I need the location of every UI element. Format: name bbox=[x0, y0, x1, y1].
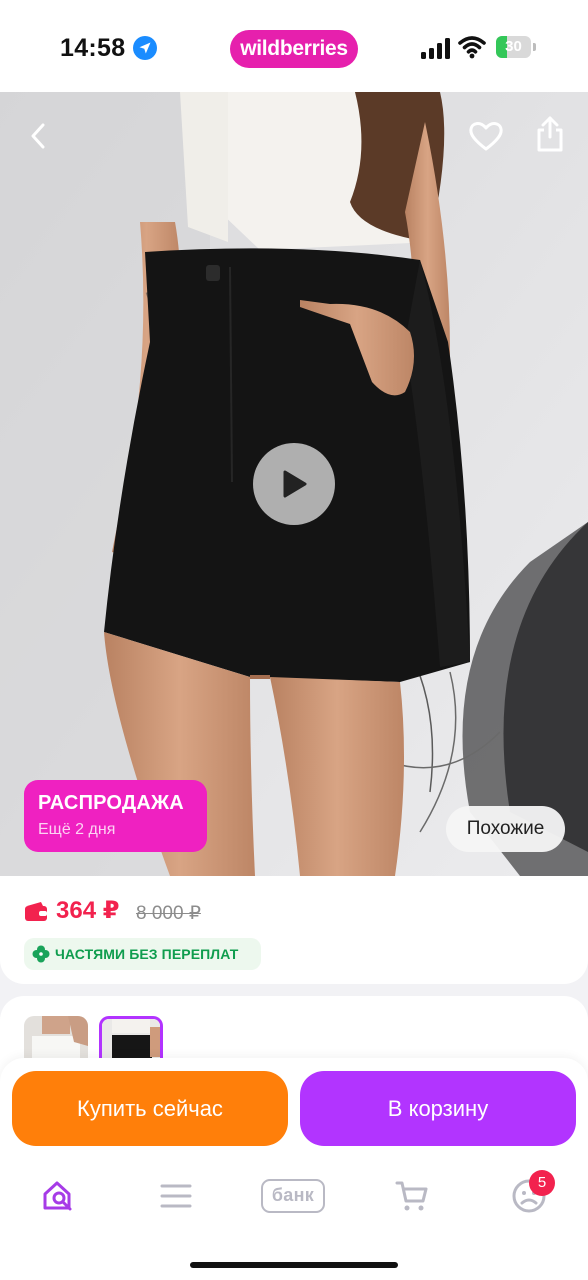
back-arrow-icon bbox=[31, 123, 45, 149]
battery-body: 30 bbox=[496, 36, 531, 58]
product-screen: 14:58 wildberries 30 РАСПРОДАЖА Ещё 2 дн… bbox=[0, 0, 588, 1280]
buy-now-button[interactable]: Купить сейчас bbox=[12, 1071, 288, 1146]
cart-icon bbox=[395, 1181, 428, 1211]
battery-cap bbox=[533, 43, 536, 51]
battery-icon: 30 bbox=[496, 36, 536, 58]
heart-icon bbox=[469, 122, 503, 151]
catalog-menu-icon bbox=[160, 1184, 192, 1208]
bank-icon: банк bbox=[260, 1179, 326, 1213]
brand-logo: wildberries bbox=[230, 30, 358, 68]
battery-percent: 30 bbox=[505, 38, 522, 55]
product-image[interactable]: РАСПРОДАЖА Ещё 2 дня Похожие bbox=[0, 92, 588, 876]
share-icon bbox=[537, 116, 563, 152]
similar-products-button[interactable]: Похожие bbox=[446, 806, 565, 852]
tab-home[interactable] bbox=[38, 1176, 78, 1216]
purchase-actions: Купить сейчас В корзину bbox=[0, 1058, 588, 1162]
price-card: 364 ₽ 8 000 ₽ ЧАСТЯМИ БЕЗ ПЕРЕПЛАТ bbox=[0, 876, 588, 984]
installment-badge[interactable]: ЧАСТЯМИ БЕЗ ПЕРЕПЛАТ bbox=[24, 938, 261, 970]
tab-cart[interactable] bbox=[392, 1176, 432, 1216]
wallet-icon bbox=[25, 902, 47, 921]
sale-badge-subtitle: Ещё 2 дня bbox=[38, 821, 116, 838]
location-arrow-icon bbox=[133, 36, 157, 60]
add-to-cart-button[interactable]: В корзину bbox=[300, 1071, 576, 1146]
back-button[interactable] bbox=[20, 118, 56, 154]
profile-notification-badge: 5 bbox=[529, 1170, 555, 1196]
tab-bank[interactable]: банк bbox=[254, 1176, 332, 1216]
wifi-icon bbox=[458, 36, 486, 59]
sale-badge[interactable]: РАСПРОДАЖА Ещё 2 дня bbox=[24, 780, 207, 852]
clover-icon bbox=[32, 945, 50, 963]
favorite-button[interactable] bbox=[466, 116, 506, 156]
old-price: 8 000 ₽ bbox=[136, 903, 201, 924]
current-price: 364 ₽ bbox=[56, 897, 120, 924]
status-time: 14:58 bbox=[60, 34, 126, 62]
play-video-button[interactable] bbox=[253, 443, 335, 525]
status-bar: 14:58 wildberries 30 bbox=[0, 0, 588, 92]
home-indicator[interactable] bbox=[190, 1262, 398, 1268]
play-icon bbox=[283, 470, 307, 498]
tab-catalog[interactable] bbox=[156, 1176, 196, 1216]
sale-badge-title: РАСПРОДАЖА bbox=[38, 792, 184, 814]
installment-label: ЧАСТЯМИ БЕЗ ПЕРЕПЛАТ bbox=[55, 946, 239, 962]
share-button[interactable] bbox=[530, 112, 570, 156]
home-search-icon bbox=[43, 1181, 72, 1211]
cellular-signal-icon bbox=[421, 38, 450, 59]
